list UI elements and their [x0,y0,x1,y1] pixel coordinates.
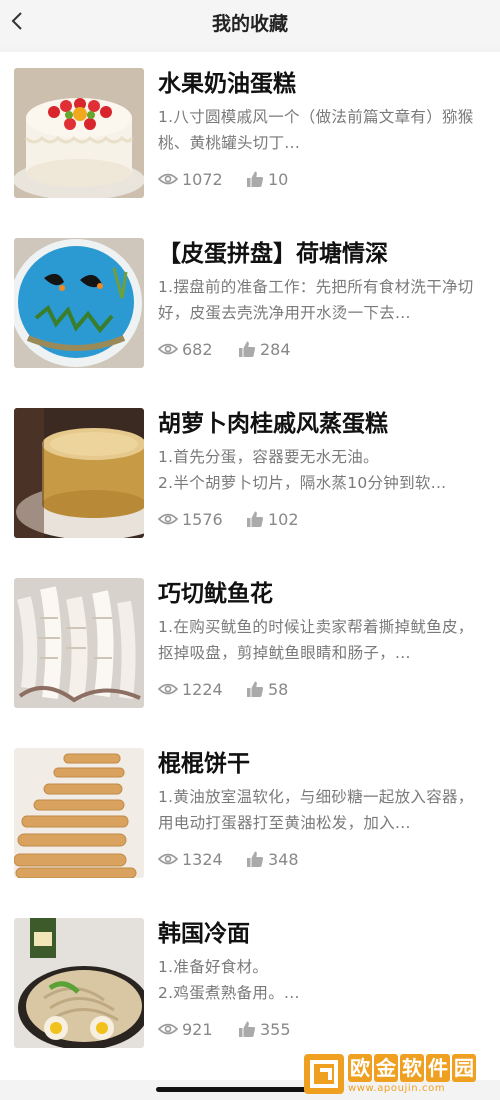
list-item[interactable]: 巧切鱿鱼花 1.在购买鱿鱼的时候让卖家帮着撕掉鱿鱼皮，抠掉吸盘，剪掉鱿鱼眼睛和肠… [0,562,500,730]
recipe-title: 水果奶油蛋糕 [158,71,296,97]
thumbs-up-icon [247,511,264,527]
thumbs-up-icon [239,341,256,357]
view-count-value: 682 [182,339,213,359]
view-count-value: 1072 [182,169,223,189]
view-count: 682 [158,340,238,359]
recipe-stats: 1224 58 [158,676,288,702]
view-count: 1072 [158,170,246,189]
thumbs-up-icon [239,1021,256,1037]
like-count-value: 348 [268,849,299,869]
recipe-title: 胡萝卜肉桂戚风蒸蛋糕 [158,411,388,437]
eye-icon [158,513,178,525]
watermark-chars: 欧 金 软 件 园 [348,1054,476,1082]
like-count-value: 10 [268,169,289,189]
thumbs-up-icon [247,171,264,187]
eye-icon [158,683,178,695]
like-count: 58 [246,680,288,699]
like-count-value: 102 [268,509,299,529]
recipe-stats: 682 284 [158,336,291,362]
watermark: 欧 金 软 件 园 www.apoujin.com [304,1052,496,1096]
recipe-description: 1.黄油放室温软化，与细砂糖一起放入容器，用电动打蛋器打至黄油松发，加入... [158,788,474,832]
thumbs-up-icon [247,851,264,867]
top-bar: 我的收藏 [0,0,500,44]
recipe-stats: 1072 10 [158,166,288,192]
recipe-description: 1.在购买鱿鱼的时候让卖家帮着撕掉鱿鱼皮，抠掉吸盘，剪掉鱿鱼眼睛和肠子，... [158,618,474,662]
recipe-thumbnail [14,748,144,878]
view-count-value: 921 [182,1019,213,1039]
chevron-left-icon [11,12,22,30]
like-count: 355 [238,1020,291,1039]
recipe-thumbnail [14,68,144,198]
watermark-text: 欧 金 软 件 园 www.apoujin.com [348,1054,476,1094]
recipe-stats: 1324 348 [158,846,299,872]
recipe-thumbnail [14,578,144,708]
recipe-title: 韩国冷面 [158,921,250,947]
recipe-thumbnail [14,918,144,1048]
like-count: 284 [238,340,291,359]
recipe-title: 棍棍饼干 [158,751,250,777]
eye-icon [158,343,178,355]
thumbs-up-icon [247,681,264,697]
list-item[interactable]: 棍棍饼干 1.黄油放室温软化，与细砂糖一起放入容器，用电动打蛋器打至黄油松发，加… [0,732,500,900]
recipe-description: 1.摆盘前的准备工作：先把所有食材洗干净切好，皮蛋去壳洗净用开水烫一下去... [158,278,474,322]
view-count: 1576 [158,510,246,529]
eye-icon [158,853,178,865]
list-item[interactable]: 韩国冷面 1.准备好食材。 2.鸡蛋煮熟备用。... 921 355 [0,902,500,1070]
page-title: 我的收藏 [211,12,288,35]
recipe-stats: 1576 102 [158,506,299,532]
like-count-value: 355 [260,1019,291,1039]
recipe-title: 巧切鱿鱼花 [158,581,273,607]
recipe-thumbnail [14,408,144,538]
like-count-value: 58 [268,679,289,699]
eye-icon [158,1023,178,1035]
watermark-logo-icon [304,1054,344,1094]
recipe-thumbnail [14,238,144,368]
recipe-description: 1.首先分蛋，容器要无水无油。 2.半个胡萝卜切片，隔水蒸10分钟到软... [158,448,447,492]
favorites-list: 水果奶油蛋糕 1.八寸圆模戚风一个（做法前篇文章有）猕猴桃、黄桃罐头切丁... … [0,52,500,1080]
recipe-title: 【皮蛋拼盘】荷塘情深 [158,241,388,267]
view-count: 921 [158,1020,238,1039]
list-item[interactable]: 【皮蛋拼盘】荷塘情深 1.摆盘前的准备工作：先把所有食材洗干净切好，皮蛋去壳洗净… [0,222,500,390]
like-count: 102 [246,510,299,529]
view-count: 1224 [158,680,246,699]
view-count-value: 1224 [182,679,223,699]
recipe-stats: 921 355 [158,1016,291,1042]
recipe-description: 1.八寸圆模戚风一个（做法前篇文章有）猕猴桃、黄桃罐头切丁... [158,108,474,152]
eye-icon [158,173,178,185]
list-item[interactable]: 胡萝卜肉桂戚风蒸蛋糕 1.首先分蛋，容器要无水无油。 2.半个胡萝卜切片，隔水蒸… [0,392,500,560]
back-button[interactable] [4,6,30,36]
view-count-value: 1324 [182,849,223,869]
like-count-value: 284 [260,339,291,359]
view-count-value: 1576 [182,509,223,529]
like-count: 10 [246,170,288,189]
list-item[interactable]: 水果奶油蛋糕 1.八寸圆模戚风一个（做法前篇文章有）猕猴桃、黄桃罐头切丁... … [0,52,500,220]
watermark-url: www.apoujin.com [348,1083,446,1094]
like-count: 348 [246,850,299,869]
recipe-description: 1.准备好食材。 2.鸡蛋煮熟备用。... [158,958,300,1002]
view-count: 1324 [158,850,246,869]
